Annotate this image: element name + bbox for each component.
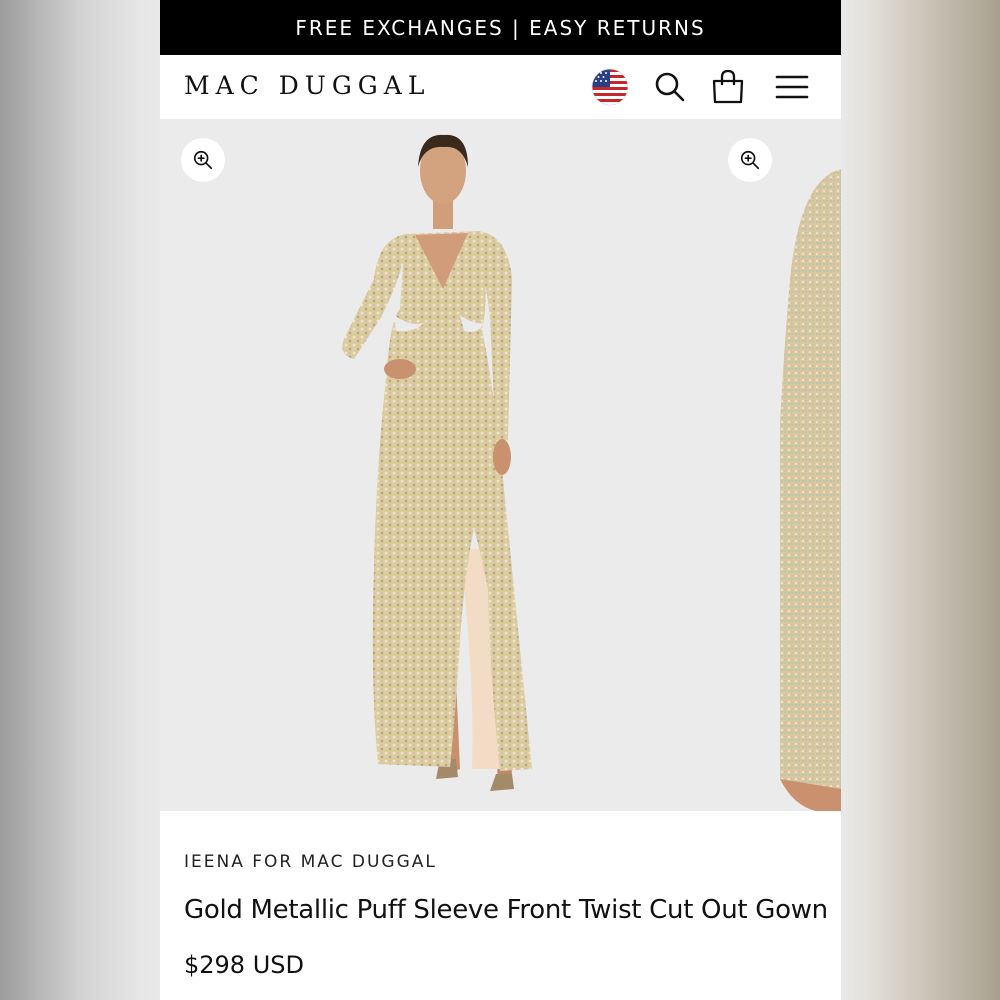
site-header: MAC DUGGAL <box>160 55 841 119</box>
sleeve-detail-photo[interactable] <box>773 119 841 811</box>
product-price: $298 USD <box>184 951 304 979</box>
menu-icon[interactable] <box>772 67 812 107</box>
shopping-bag-icon[interactable] <box>708 67 748 107</box>
zoom-in-icon[interactable] <box>728 138 772 182</box>
product-brand[interactable]: IEENA FOR MAC DUGGAL <box>184 852 437 872</box>
search-icon[interactable] <box>650 67 690 107</box>
brand-logo[interactable]: MAC DUGGAL <box>184 71 430 100</box>
product-title: Gold Metallic Puff Sleeve Front Twist Cu… <box>184 895 828 925</box>
promo-banner[interactable]: FREE EXCHANGES | EASY RETURNS <box>160 0 841 55</box>
product-info: IEENA FOR MAC DUGGAL Gold Metallic Puff … <box>160 811 841 1000</box>
zoom-in-icon[interactable] <box>181 138 225 182</box>
product-gallery[interactable] <box>160 119 841 811</box>
us-flag-icon[interactable] <box>590 67 630 107</box>
promo-text: FREE EXCHANGES | EASY RETURNS <box>295 15 706 40</box>
model-front-photo[interactable] <box>160 119 780 811</box>
phone-screen: FREE EXCHANGES | EASY RETURNS MAC DUGGAL <box>160 0 841 1000</box>
